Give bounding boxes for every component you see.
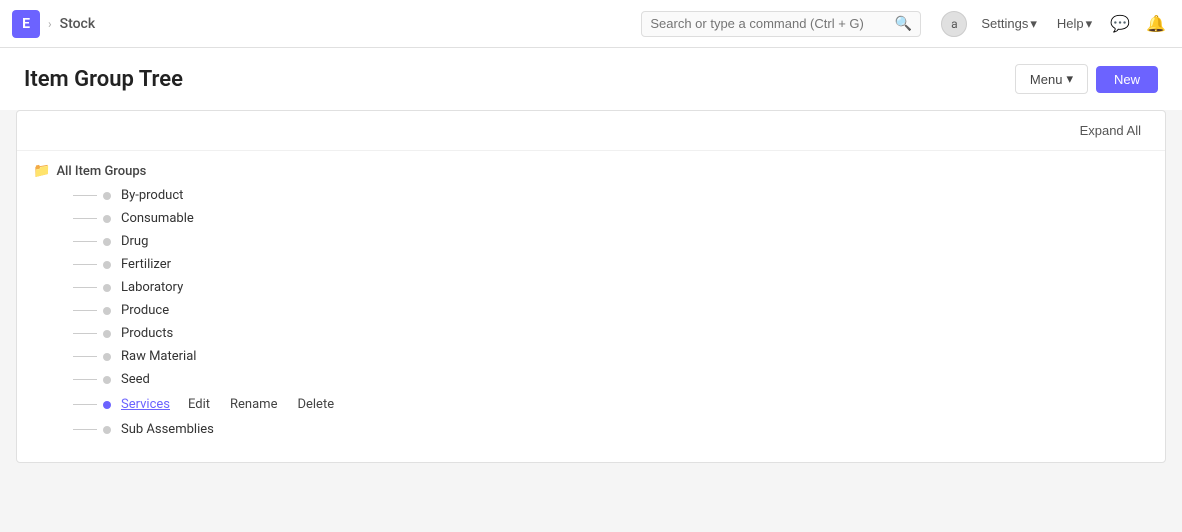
connector-line bbox=[73, 356, 97, 357]
list-item[interactable]: Laboratory bbox=[69, 277, 1149, 298]
avatar: a bbox=[941, 11, 967, 37]
item-dot bbox=[103, 376, 111, 384]
notifications-button[interactable]: 🔔 bbox=[1142, 10, 1170, 38]
chat-icon-button[interactable]: 💬 bbox=[1106, 10, 1134, 38]
header-actions: Menu ▾ New bbox=[1015, 64, 1158, 94]
list-item[interactable]: Drug bbox=[69, 231, 1149, 252]
nav-right-controls: a Settings ▾ Help ▾ 💬 🔔 bbox=[941, 10, 1170, 38]
navbar: E › Stock 🔍 a Settings ▾ Help ▾ 💬 🔔 bbox=[0, 0, 1182, 48]
connector-line bbox=[73, 264, 97, 265]
list-item[interactable]: Consumable bbox=[69, 208, 1149, 229]
root-item[interactable]: 📁 All Item Groups bbox=[33, 163, 1149, 179]
connector-line bbox=[73, 195, 97, 196]
menu-button[interactable]: Menu ▾ bbox=[1015, 64, 1088, 94]
connector-line bbox=[73, 379, 97, 380]
new-button[interactable]: New bbox=[1096, 66, 1158, 93]
list-item[interactable]: Fertilizer bbox=[69, 254, 1149, 275]
item-dot bbox=[103, 330, 111, 338]
tree-children: By-product Consumable Drug Fertilizer bbox=[33, 185, 1149, 440]
connector-line bbox=[73, 218, 97, 219]
item-dot bbox=[103, 238, 111, 246]
search-icon: 🔍 bbox=[895, 16, 912, 32]
context-menu-delete[interactable]: Delete bbox=[293, 395, 338, 414]
services-label[interactable]: Services bbox=[121, 397, 170, 412]
page-title: Item Group Tree bbox=[24, 67, 183, 92]
bell-icon: 🔔 bbox=[1146, 14, 1166, 34]
root-label: All Item Groups bbox=[56, 164, 146, 179]
tree-body: 📁 All Item Groups By-product Consumable bbox=[17, 151, 1165, 462]
context-menu: Edit Rename Delete bbox=[184, 395, 338, 414]
connector-line bbox=[73, 404, 97, 405]
search-input[interactable] bbox=[650, 16, 895, 31]
context-menu-edit[interactable]: Edit bbox=[184, 395, 214, 414]
item-dot bbox=[103, 284, 111, 292]
item-dot bbox=[103, 426, 111, 434]
connector-line bbox=[73, 241, 97, 242]
tree-container: Expand All 📁 All Item Groups By-product … bbox=[16, 110, 1166, 463]
connector-line bbox=[73, 429, 97, 430]
connector-line bbox=[73, 333, 97, 334]
chat-icon: 💬 bbox=[1110, 14, 1130, 34]
folder-icon: 📁 bbox=[33, 163, 50, 179]
list-item[interactable]: By-product bbox=[69, 185, 1149, 206]
tree-toolbar: Expand All bbox=[17, 111, 1165, 151]
item-dot bbox=[103, 307, 111, 315]
help-button[interactable]: Help ▾ bbox=[1051, 12, 1098, 36]
list-item[interactable]: Raw Material bbox=[69, 346, 1149, 367]
item-dot-selected bbox=[103, 401, 111, 409]
item-dot bbox=[103, 261, 111, 269]
item-dot bbox=[103, 215, 111, 223]
connector-line bbox=[73, 310, 97, 311]
context-menu-rename[interactable]: Rename bbox=[226, 395, 281, 414]
connector-line bbox=[73, 287, 97, 288]
nav-module-label: Stock bbox=[60, 16, 96, 32]
list-item[interactable]: Seed bbox=[69, 369, 1149, 390]
list-item[interactable]: Sub Assemblies bbox=[69, 419, 1149, 440]
item-dot bbox=[103, 192, 111, 200]
search-bar: 🔍 bbox=[641, 11, 921, 37]
nav-chevron: › bbox=[48, 17, 52, 31]
list-item-services[interactable]: Services Edit Rename Delete bbox=[69, 392, 1149, 417]
expand-all-button[interactable]: Expand All bbox=[1072, 119, 1149, 142]
list-item[interactable]: Products bbox=[69, 323, 1149, 344]
item-dot bbox=[103, 353, 111, 361]
settings-button[interactable]: Settings ▾ bbox=[975, 12, 1043, 36]
app-icon: E bbox=[12, 10, 40, 38]
page-header: Item Group Tree Menu ▾ New bbox=[0, 48, 1182, 110]
list-item[interactable]: Produce bbox=[69, 300, 1149, 321]
